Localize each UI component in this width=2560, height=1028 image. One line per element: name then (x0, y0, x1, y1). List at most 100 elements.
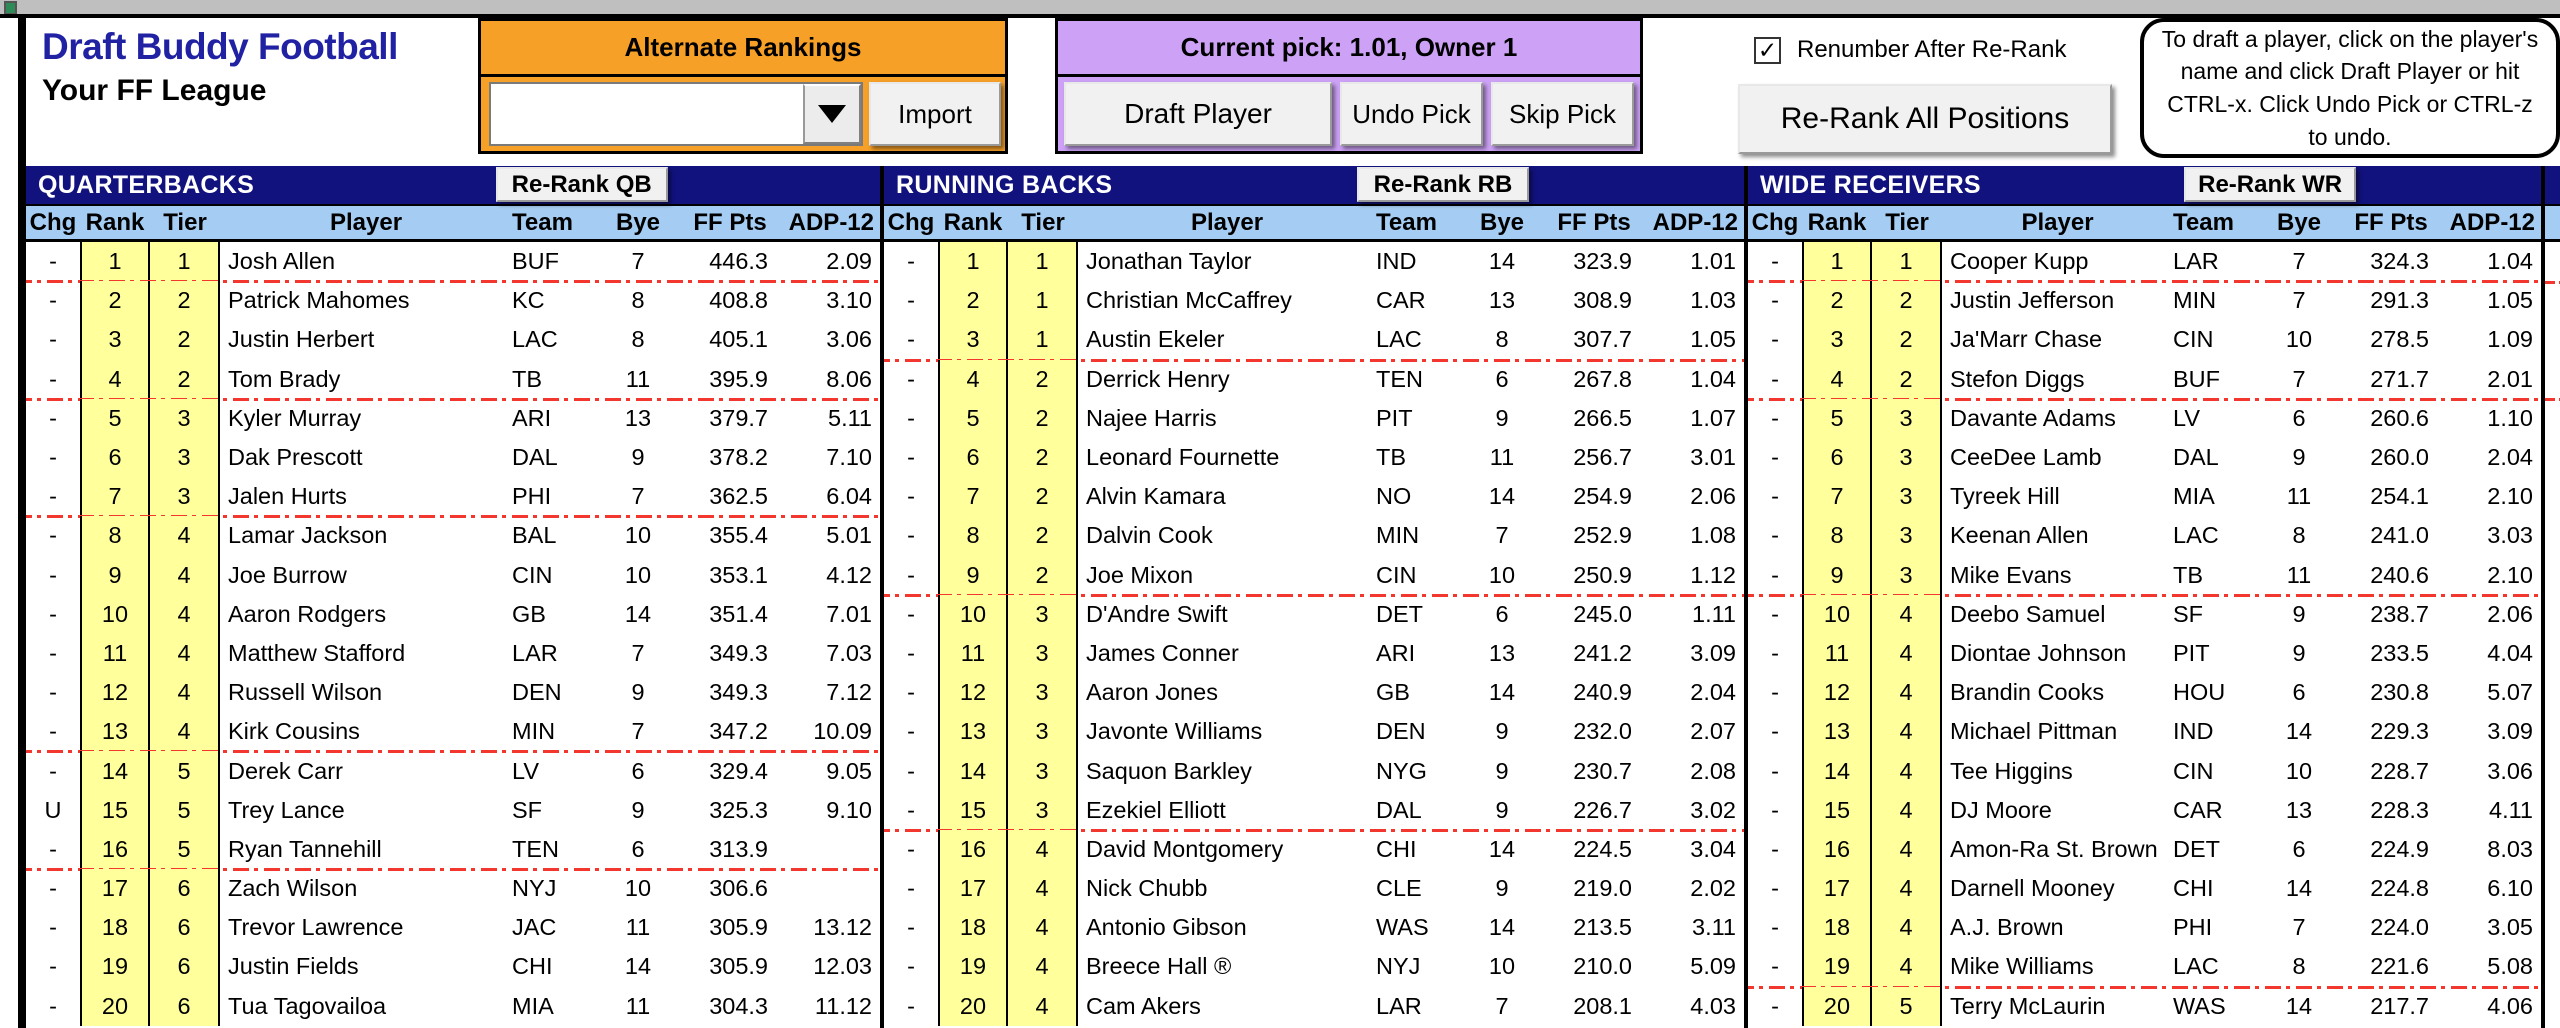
cell-player[interactable]: David Montgomery (1078, 830, 1376, 869)
col-header-chg: Chg (26, 206, 80, 239)
cell-chg: - (884, 908, 938, 947)
cell-player[interactable]: Justin Herbert (220, 320, 512, 359)
cell-player[interactable]: Lamar Jackson (220, 516, 512, 555)
cell-player[interactable]: Cooper Kupp (1942, 242, 2173, 281)
player-row: -154DJ MooreCAR13228.34.11 (1748, 791, 2541, 830)
cell-player[interactable]: Deebo Samuel (1942, 595, 2173, 634)
cell-player[interactable]: Keenan Allen (1942, 516, 2173, 555)
cell-player[interactable]: Diontae Johnson (1942, 634, 2173, 673)
cell-player[interactable]: Justin Fields (220, 947, 512, 986)
cell-tier: 4 (1008, 908, 1078, 947)
renumber-checkbox[interactable]: ✓ (1754, 37, 1781, 64)
cell-player[interactable]: Kyler Murray (220, 399, 512, 438)
player-row: -92Joe MixonCIN10250.91.12 (884, 556, 1744, 595)
cell-player[interactable]: Mike Evans (1942, 556, 2173, 595)
cell-player[interactable]: Darnell Mooney (1942, 869, 2173, 908)
cell-tier: 5 (150, 830, 220, 869)
cell-player[interactable]: Derek Carr (220, 751, 512, 790)
cell-player[interactable]: Najee Harris (1078, 399, 1376, 438)
cell-player[interactable]: Ja'Marr Chase (1942, 320, 2173, 359)
cell-player[interactable]: Terry McLaurin (1942, 987, 2173, 1026)
cell-player[interactable]: Kirk Cousins (220, 712, 512, 751)
cell-player[interactable]: Leonard Fournette (1078, 438, 1376, 477)
player-row: -31Austin EkelerLAC8307.71.05 (884, 320, 1744, 359)
cell-player[interactable]: Aaron Jones (1078, 673, 1376, 712)
cell-player[interactable]: Saquon Barkley (1078, 751, 1376, 790)
cell-bye: 14 (602, 595, 674, 634)
cell-player[interactable]: Dak Prescott (220, 438, 512, 477)
cell-player[interactable]: Tom Brady (220, 360, 512, 399)
table-body: -11Cooper KuppLAR7324.31.04-22Justin Jef… (1748, 242, 2541, 1028)
cell-player[interactable]: Breece Hall ® (1078, 947, 1376, 986)
cell-player[interactable]: Ryan Tannehill (220, 830, 512, 869)
cell-player[interactable]: Joe Mixon (1078, 556, 1376, 595)
cell-selection-handle[interactable] (4, 1, 17, 15)
cell-player[interactable]: Javonte Williams (1078, 712, 1376, 751)
cell-rank: 16 (938, 830, 1008, 869)
cell-chg: - (26, 516, 80, 555)
cell-ffpts: 291.3 (2335, 281, 2447, 320)
cell-player[interactable]: Matthew Stafford (220, 634, 512, 673)
cell-player[interactable]: Amon-Ra St. Brown (1942, 830, 2173, 869)
cell-player[interactable]: Tua Tagovailoa (220, 987, 512, 1026)
cell-player[interactable]: Patrick Mahomes (220, 281, 512, 320)
cell-player[interactable]: D'Andre Swift (1078, 595, 1376, 634)
cell-player[interactable]: Aaron Rodgers (220, 595, 512, 634)
cell-team: TB (512, 360, 602, 399)
cell-tier: 4 (1008, 869, 1078, 908)
cell-player[interactable]: Trey Lance (220, 791, 512, 830)
rerank-button[interactable]: Re-Rank RB (1357, 167, 1529, 202)
rerank-button[interactable]: Re-Rank QB (496, 167, 668, 202)
cell-player[interactable]: Michael Pittman (1942, 712, 2173, 751)
rerank-all-positions-button[interactable]: Re-Rank All Positions (1738, 84, 2112, 154)
import-button[interactable]: Import (869, 82, 1001, 146)
alternate-rankings-dropdown[interactable] (489, 82, 863, 146)
cell-player[interactable]: Derrick Henry (1078, 360, 1376, 399)
cell-rank: 18 (80, 908, 150, 947)
cell-player[interactable]: Jalen Hurts (220, 477, 512, 516)
cell-player[interactable]: Brandin Cooks (1942, 673, 2173, 712)
cell-player[interactable]: Trevor Lawrence (220, 908, 512, 947)
cell-player[interactable]: Zach Wilson (220, 869, 512, 908)
cell-chg: - (26, 987, 80, 1026)
cell-team: PIT (2173, 634, 2263, 673)
col-header-ff-pts: FF Pts (674, 206, 786, 239)
dropdown-arrow-button[interactable] (803, 84, 861, 144)
cell-rank: 9 (938, 556, 1008, 595)
draft-player-button[interactable]: Draft Player (1064, 82, 1332, 146)
cell-player[interactable]: Nick Chubb (1078, 869, 1376, 908)
cell-player[interactable]: Tee Higgins (1942, 751, 2173, 790)
cell-player[interactable]: Christian McCaffrey (1078, 281, 1376, 320)
cell-player[interactable]: Jonathan Taylor (1078, 242, 1376, 281)
cell-player[interactable]: Ezekiel Elliott (1078, 791, 1376, 830)
cell-player[interactable]: Dalvin Cook (1078, 516, 1376, 555)
cell-player[interactable]: James Conner (1078, 634, 1376, 673)
cell-player[interactable]: Cam Akers (1078, 987, 1376, 1026)
cell-player[interactable]: Davante Adams (1942, 399, 2173, 438)
cell-player[interactable]: A.J. Brown (1942, 908, 2173, 947)
cell-player[interactable]: Tyreek Hill (1942, 477, 2173, 516)
cell-player[interactable]: Austin Ekeler (1078, 320, 1376, 359)
cell-player[interactable]: Stefon Diggs (1942, 360, 2173, 399)
col-header-adp-12: ADP-12 (1650, 206, 1744, 239)
cell-player[interactable]: Russell Wilson (220, 673, 512, 712)
cell-player[interactable]: Antonio Gibson (1078, 908, 1376, 947)
cell-player[interactable]: Mike Williams (1942, 947, 2173, 986)
cell-team: NYJ (512, 869, 602, 908)
cell-chg: - (26, 320, 80, 359)
rerank-button[interactable]: Re-Rank WR (2184, 167, 2356, 202)
cell-player[interactable]: Josh Allen (220, 242, 512, 281)
wide-receivers-table: WIDE RECEIVERS Re-Rank WR ChgRankTierPla… (1748, 166, 2545, 1028)
cell-team: LAC (2173, 516, 2263, 555)
tier-separator-fragment (2545, 398, 2560, 401)
dropdown-value[interactable] (491, 84, 803, 144)
cell-tier: 4 (1008, 987, 1078, 1026)
skip-pick-button[interactable]: Skip Pick (1491, 82, 1634, 146)
cell-player[interactable]: CeeDee Lamb (1942, 438, 2173, 477)
undo-pick-button[interactable]: Undo Pick (1340, 82, 1483, 146)
cell-player[interactable]: Alvin Kamara (1078, 477, 1376, 516)
cell-player[interactable]: Justin Jefferson (1942, 281, 2173, 320)
rerank-zone: ✓ Renumber After Re-Rank Re-Rank All Pos… (1712, 18, 2112, 158)
cell-player[interactable]: DJ Moore (1942, 791, 2173, 830)
cell-player[interactable]: Joe Burrow (220, 556, 512, 595)
